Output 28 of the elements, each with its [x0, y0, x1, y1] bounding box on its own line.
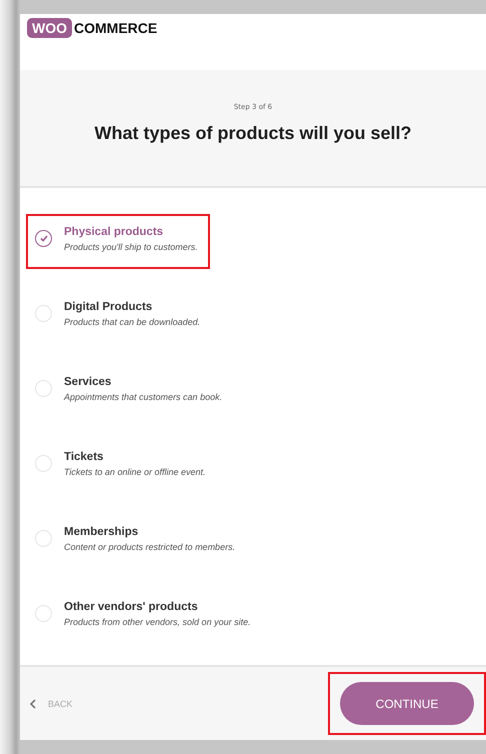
option-title: Digital Products	[64, 301, 154, 313]
option-title: Physical products	[64, 226, 164, 238]
product-type-option[interactable]: Tickets Tickets to an online or offline event.	[26, 439, 218, 494]
continue-button[interactable]: CONTINUE	[340, 682, 474, 725]
chevron-left-icon	[30, 698, 36, 708]
option-description: Appointments that customers can book.	[64, 392, 222, 402]
radio-circle-icon[interactable]	[35, 305, 52, 322]
option-title: Other vendors' products	[64, 601, 199, 613]
product-type-option[interactable]: Services Appointments that customers can book.	[26, 364, 234, 419]
check-circle-icon[interactable]	[35, 230, 52, 247]
product-type-option[interactable]: Other vendors' products Products from other vendors, sold on your site.	[26, 589, 263, 644]
option-description: Products from other vendors, sold on your site.	[64, 617, 251, 627]
option-description: Tickets to an online or offline event.	[64, 467, 206, 477]
option-description: Products that can be downloaded.	[64, 317, 200, 327]
radio-circle-icon[interactable]	[35, 455, 52, 472]
option-title: Memberships	[64, 526, 140, 538]
product-type-option[interactable]: Digital Products Products that can be downloaded.	[26, 289, 212, 344]
product-type-option[interactable]: Memberships Content or products restricted to members.	[26, 514, 248, 569]
option-title: Services	[64, 376, 112, 388]
option-description: Products you'll ship to customers.	[64, 242, 198, 252]
radio-circle-icon[interactable]	[35, 380, 52, 397]
radio-circle-icon[interactable]	[35, 605, 52, 622]
option-description: Content or products restricted to members.	[64, 542, 236, 552]
page-title: What types of products will you sell?	[94, 123, 412, 144]
woocommerce-logo: WOO COMMERCE	[27, 18, 158, 38]
radio-circle-icon[interactable]	[35, 530, 52, 547]
option-title: Tickets	[64, 451, 104, 463]
product-type-option[interactable]: Physical products Products you'll ship to customers.	[26, 214, 210, 269]
